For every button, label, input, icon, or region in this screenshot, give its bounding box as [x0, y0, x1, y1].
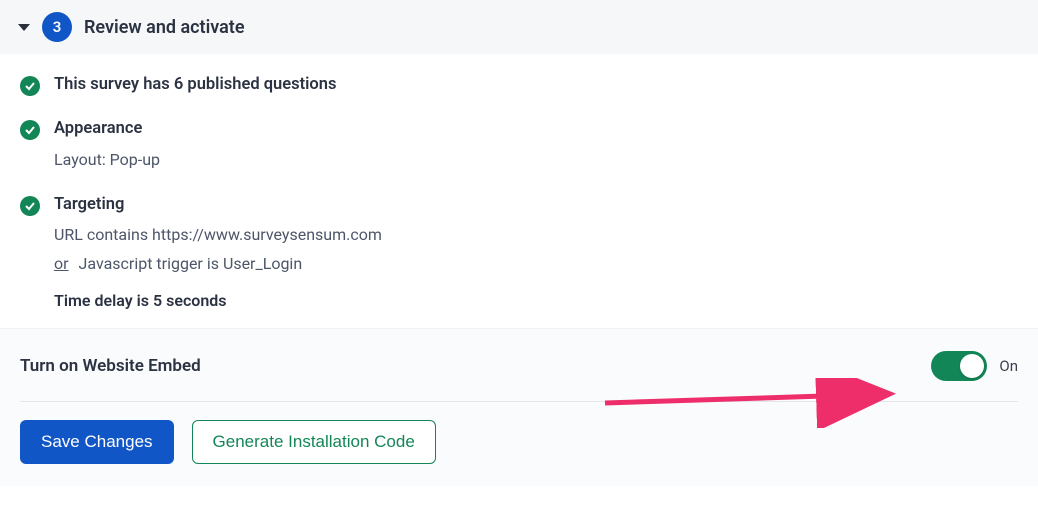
questions-summary-text: This survey has 6 published questions: [54, 74, 1018, 95]
toggle-knob: [960, 354, 984, 378]
embed-toggle-row: Turn on Website Embed On: [20, 351, 1018, 381]
review-item-questions: This survey has 6 published questions: [20, 74, 1018, 96]
section-title: Review and activate: [84, 17, 245, 38]
button-row: Save Changes Generate Installation Code: [20, 420, 1018, 464]
targeting-title: Targeting: [54, 194, 1018, 215]
check-circle-icon: [20, 120, 40, 140]
targeting-js-trigger-text: Javascript trigger is User_Login: [79, 254, 303, 273]
toggle-group: On: [931, 351, 1018, 381]
targeting-url-line: URL contains https://www.surveysensum.co…: [54, 225, 1018, 244]
toggle-state-text: On: [999, 357, 1018, 375]
review-item-appearance: Appearance Layout: Pop-up: [20, 118, 1018, 172]
targeting-js-line: or Javascript trigger is User_Login: [54, 254, 1018, 273]
review-content: This survey has 6 published questions Ap…: [0, 54, 1038, 328]
step-number-badge: 3: [42, 12, 72, 42]
embed-toggle-label: Turn on Website Embed: [20, 356, 201, 376]
website-embed-toggle[interactable]: [931, 351, 987, 381]
check-circle-icon: [20, 196, 40, 216]
review-item-targeting: Targeting URL contains https://www.surve…: [20, 194, 1018, 310]
divider: [20, 401, 1018, 402]
save-changes-button[interactable]: Save Changes: [20, 420, 174, 464]
appearance-layout-text: Layout: Pop-up: [54, 149, 1018, 171]
chevron-down-icon: [18, 24, 30, 31]
or-operator-label: or: [54, 254, 69, 273]
generate-installation-code-button[interactable]: Generate Installation Code: [192, 420, 436, 464]
targeting-time-delay-text: Time delay is 5 seconds: [54, 291, 1018, 310]
check-circle-icon: [20, 76, 40, 96]
section-header[interactable]: 3 Review and activate: [0, 0, 1038, 54]
footer-section: Turn on Website Embed On Save Changes Ge…: [0, 328, 1038, 486]
appearance-title: Appearance: [54, 118, 1018, 139]
